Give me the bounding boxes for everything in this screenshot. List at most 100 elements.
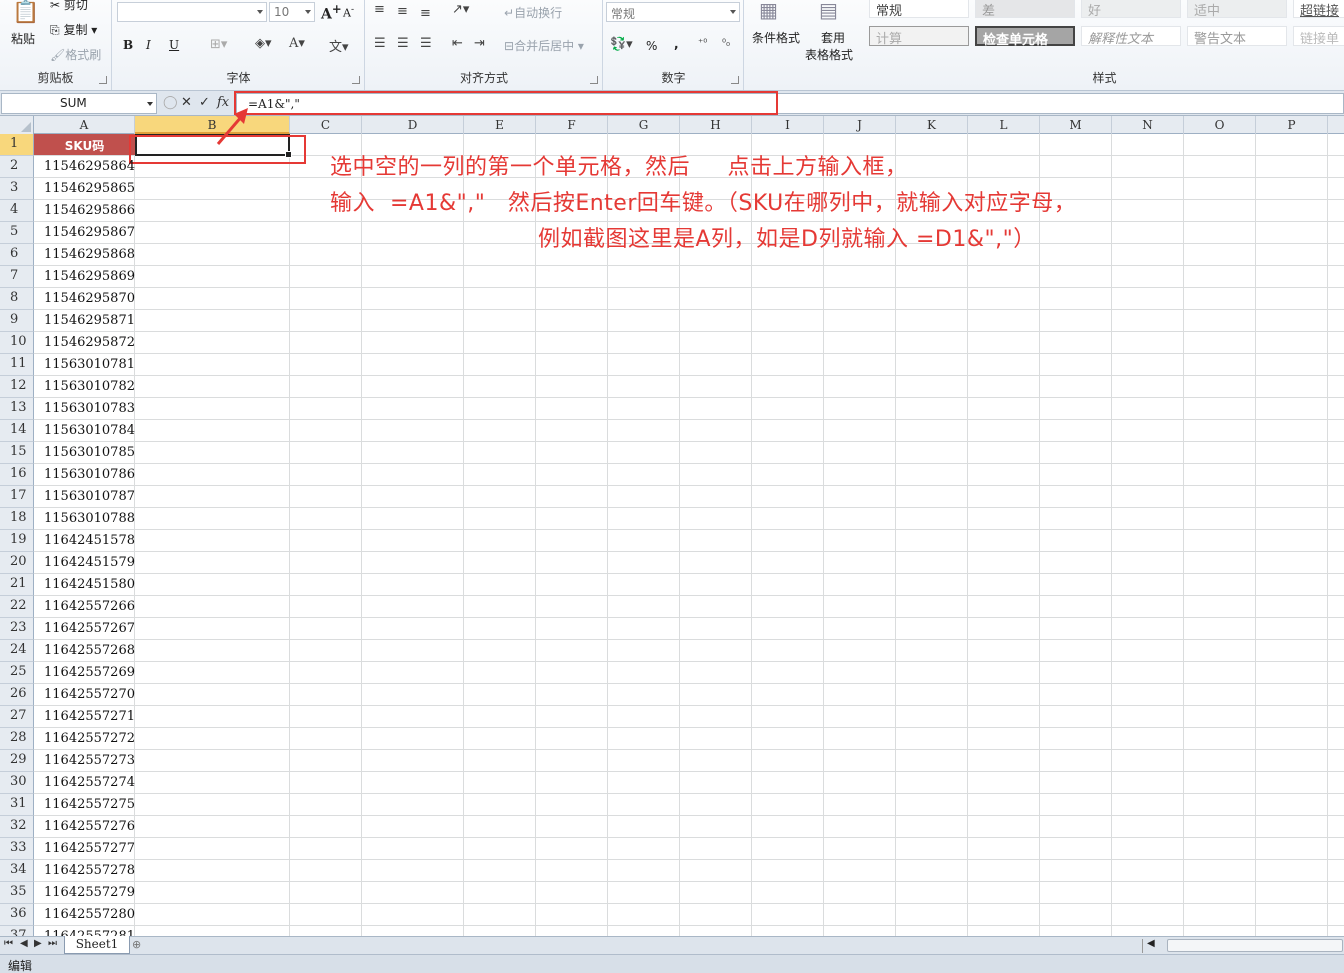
column-header-k[interactable]: K bbox=[896, 116, 968, 134]
style-calculation[interactable]: 计算 bbox=[869, 26, 969, 47]
style-neutral[interactable]: 适中 bbox=[1187, 0, 1287, 19]
row-header-5[interactable]: 5 bbox=[0, 222, 34, 244]
cell-a3[interactable]: 11546295865 bbox=[34, 178, 135, 200]
conditional-format-icon[interactable]: ▦ bbox=[759, 0, 778, 22]
row-header-16[interactable]: 16 bbox=[0, 464, 34, 486]
cell-a9[interactable]: 11546295871 bbox=[34, 310, 135, 332]
cell-a19[interactable]: 11642451578 bbox=[34, 530, 135, 552]
row-header-3[interactable]: 3 bbox=[0, 178, 34, 200]
column-header-i[interactable]: I bbox=[752, 116, 824, 134]
cell-a25[interactable]: 11642557269 bbox=[34, 662, 135, 684]
style-check-cell[interactable]: 检查单元格 bbox=[975, 26, 1075, 48]
cell-a30[interactable]: 11642557274 bbox=[34, 772, 135, 794]
row-header-2[interactable]: 2 bbox=[0, 156, 34, 178]
paste-button[interactable]: 粘贴 bbox=[11, 30, 35, 47]
style-bad[interactable]: 差 bbox=[975, 0, 1075, 19]
row-header-36[interactable]: 36 bbox=[0, 904, 34, 926]
percent-button[interactable]: % bbox=[646, 39, 657, 53]
scroll-left-icon[interactable]: ◀ bbox=[1147, 938, 1155, 949]
phonetic-icon[interactable]: 文▾ bbox=[329, 36, 349, 55]
cell-a18[interactable]: 11563010788 bbox=[34, 508, 135, 530]
cell-a32[interactable]: 11642557276 bbox=[34, 816, 135, 838]
font-color-icon[interactable]: A▾ bbox=[289, 36, 305, 51]
next-sheet-icon[interactable]: ▶ bbox=[34, 938, 42, 949]
align-right-icon[interactable]: ☰ bbox=[420, 36, 432, 51]
row-header-8[interactable]: 8 bbox=[0, 288, 34, 310]
cell-a11[interactable]: 11563010781 bbox=[34, 354, 135, 376]
row-header-11[interactable]: 11 bbox=[0, 354, 34, 376]
select-all-button[interactable] bbox=[0, 116, 34, 134]
row-header-22[interactable]: 22 bbox=[0, 596, 34, 618]
cell-a27[interactable]: 11642557271 bbox=[34, 706, 135, 728]
scrollbar-thumb[interactable] bbox=[1167, 939, 1343, 952]
table-format-button[interactable]: 套用 bbox=[821, 29, 845, 46]
cell-a22[interactable]: 11642557266 bbox=[34, 596, 135, 618]
column-header-h[interactable]: H bbox=[680, 116, 752, 134]
align-middle-icon[interactable]: ≡ bbox=[397, 4, 408, 19]
row-header-19[interactable]: 19 bbox=[0, 530, 34, 552]
style-good[interactable]: 好 bbox=[1081, 0, 1181, 19]
wrap-text-button[interactable]: ↵自动换行 bbox=[504, 4, 562, 21]
row-header-26[interactable]: 26 bbox=[0, 684, 34, 706]
format-painter-button[interactable]: 🖌格式刷 bbox=[50, 46, 101, 63]
align-bottom-icon[interactable]: ≡ bbox=[420, 6, 431, 21]
style-normal[interactable]: 常规 bbox=[869, 0, 969, 19]
style-warning[interactable]: 警告文本 bbox=[1187, 26, 1287, 47]
italic-button[interactable]: I bbox=[146, 38, 151, 52]
increase-decimal-icon[interactable]: ⁺⁰ bbox=[698, 38, 707, 49]
horizontal-scrollbar[interactable]: ◀ bbox=[1142, 938, 1344, 953]
cell-a33[interactable]: 11642557277 bbox=[34, 838, 135, 860]
align-left-icon[interactable]: ☰ bbox=[374, 36, 386, 51]
cell-a17[interactable]: 11563010787 bbox=[34, 486, 135, 508]
font-size-combo[interactable]: 10 bbox=[269, 2, 315, 22]
underline-button[interactable]: U bbox=[169, 38, 179, 52]
name-box[interactable]: SUM bbox=[1, 93, 157, 114]
row-header-7[interactable]: 7 bbox=[0, 266, 34, 288]
row-header-6[interactable]: 6 bbox=[0, 244, 34, 266]
column-header-b[interactable]: B bbox=[135, 116, 290, 134]
cell-a2[interactable]: 11546295864 bbox=[34, 156, 135, 178]
cell-a20[interactable]: 11642451579 bbox=[34, 552, 135, 574]
cell-a12[interactable]: 11563010782 bbox=[34, 376, 135, 398]
row-header-32[interactable]: 32 bbox=[0, 816, 34, 838]
increase-indent-icon[interactable]: ⇥ bbox=[474, 36, 485, 51]
row-header-30[interactable]: 30 bbox=[0, 772, 34, 794]
style-hyperlink[interactable]: 超链接 bbox=[1293, 0, 1344, 19]
row-header-23[interactable]: 23 bbox=[0, 618, 34, 640]
cell-a28[interactable]: 11642557272 bbox=[34, 728, 135, 750]
column-header-m[interactable]: M bbox=[1040, 116, 1112, 134]
cut-button[interactable]: ✂ 剪切 bbox=[50, 0, 88, 13]
cell-a36[interactable]: 11642557280 bbox=[34, 904, 135, 926]
column-header-c[interactable]: C bbox=[290, 116, 362, 134]
row-header-15[interactable]: 15 bbox=[0, 442, 34, 464]
currency-icon[interactable]: 💱▾ bbox=[610, 37, 633, 52]
row-header-4[interactable]: 4 bbox=[0, 200, 34, 222]
cell-a29[interactable]: 11642557273 bbox=[34, 750, 135, 772]
comma-button[interactable]: , bbox=[674, 37, 679, 51]
column-header-d[interactable]: D bbox=[362, 116, 464, 134]
row-header-21[interactable]: 21 bbox=[0, 574, 34, 596]
cell-a7[interactable]: 11546295869 bbox=[34, 266, 135, 288]
row-header-29[interactable]: 29 bbox=[0, 750, 34, 772]
row-header-1[interactable]: 1 bbox=[0, 134, 34, 156]
number-launcher-icon[interactable] bbox=[731, 76, 739, 84]
worksheet-grid[interactable]: ABCDEFGHIJKLMNOP 1 2 3 4 5 6 7 8 9 10 11 12 13 14 15 16… bbox=[0, 116, 1344, 936]
column-header-l[interactable]: L bbox=[968, 116, 1040, 134]
row-header-24[interactable]: 24 bbox=[0, 640, 34, 662]
row-header-13[interactable]: 13 bbox=[0, 398, 34, 420]
decrease-decimal-icon[interactable]: ⁰₀ bbox=[722, 38, 730, 49]
row-header-14[interactable]: 14 bbox=[0, 420, 34, 442]
cell-a5[interactable]: 11546295867 bbox=[34, 222, 135, 244]
orientation-icon[interactable]: ↗▾ bbox=[452, 2, 469, 17]
bold-button[interactable]: B bbox=[123, 38, 133, 52]
shrink-font-button[interactable]: A- bbox=[343, 4, 354, 20]
number-format-combo[interactable]: 常规 bbox=[606, 2, 740, 22]
row-header-9[interactable]: 9 bbox=[0, 310, 34, 332]
column-header-j[interactable]: J bbox=[824, 116, 896, 134]
cell-a21[interactable]: 11642451580 bbox=[34, 574, 135, 596]
first-sheet-icon[interactable]: ⏮ bbox=[4, 938, 13, 949]
font-launcher-icon[interactable] bbox=[352, 76, 360, 84]
column-header-a[interactable]: A bbox=[34, 116, 135, 134]
cell-a14[interactable]: 11563010784 bbox=[34, 420, 135, 442]
cell-a16[interactable]: 11563010786 bbox=[34, 464, 135, 486]
